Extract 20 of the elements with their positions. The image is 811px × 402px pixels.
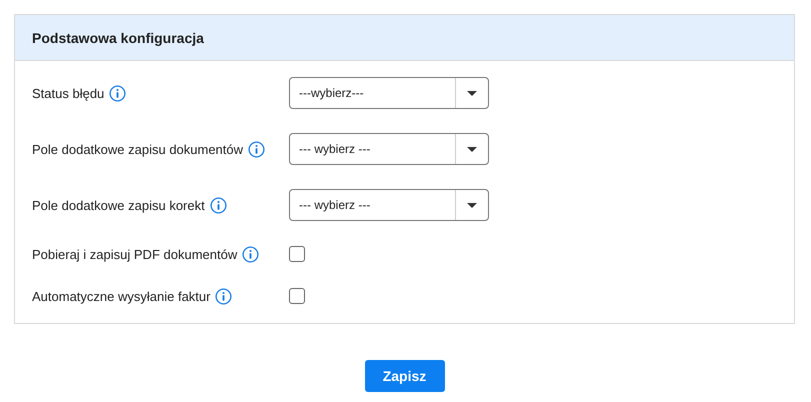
panel-title: Podstawowa konfiguracja [32, 30, 204, 46]
field-label: Pole dodatkowe zapisu dokumentów [32, 142, 244, 156]
field-label: Pobieraj i zapisuj PDF dokumentów [32, 246, 238, 262]
info-icon[interactable] [109, 84, 126, 102]
save-button[interactable]: Zapisz [364, 360, 444, 392]
info-icon[interactable] [248, 140, 266, 158]
info-icon[interactable] [215, 288, 232, 304]
checkbox[interactable] [289, 288, 305, 304]
dropdown-select[interactable]: ---wybierz--- [289, 77, 489, 109]
field-label: Pole dodatkowe zapisu korekt [32, 198, 205, 212]
caret-icon [467, 146, 477, 152]
field-label: Automatyczne wysyłanie faktur [32, 288, 210, 304]
info-icon[interactable] [242, 246, 260, 262]
checkbox[interactable] [289, 246, 305, 262]
dropdown-select[interactable]: --- wybierz --- [289, 189, 489, 221]
info-icon[interactable] [210, 196, 227, 214]
caret-icon [467, 90, 477, 96]
caret-icon [467, 202, 477, 208]
field-label: Status błędu [32, 86, 104, 100]
dropdown-select[interactable]: --- wybierz --- [289, 133, 489, 165]
